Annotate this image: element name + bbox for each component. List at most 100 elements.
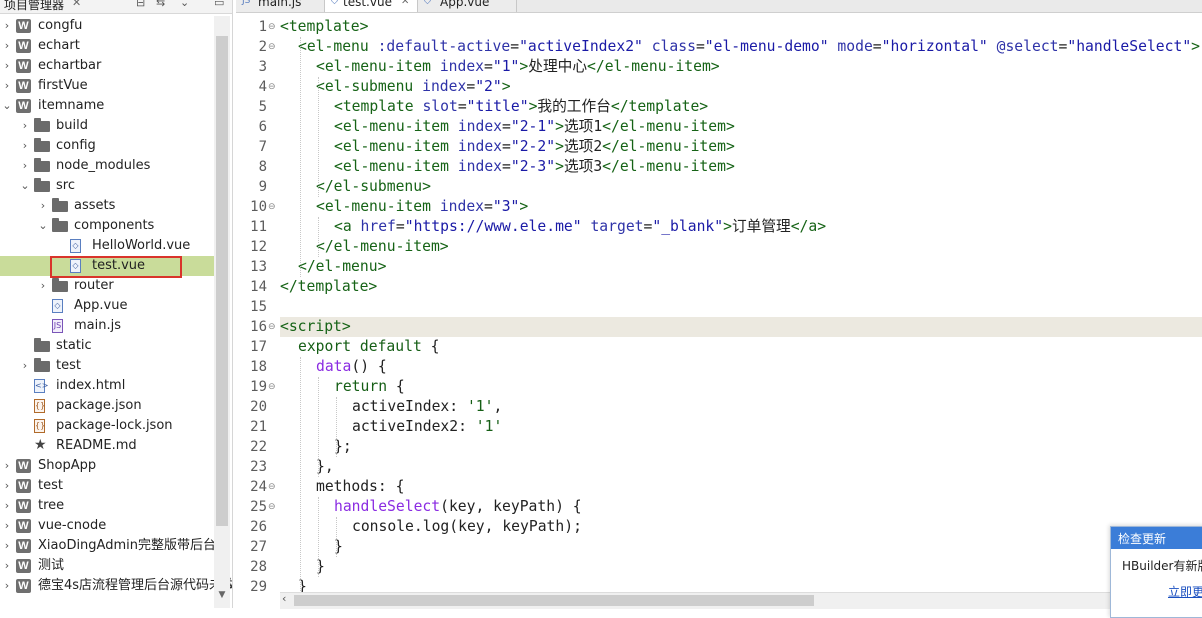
code-line[interactable]: </el-menu> [280, 257, 1202, 277]
code-line[interactable]: <a href="https://www.ele.me" target="_bl… [280, 217, 1202, 237]
code-line[interactable]: return { [280, 377, 1202, 397]
tree-item[interactable]: › W 测试 [0, 556, 214, 576]
sidebar-scrollbar-thumb[interactable] [216, 36, 228, 526]
tree-item[interactable]: ⌄ src [0, 176, 214, 196]
fold-toggle-icon[interactable]: ⊖ [268, 317, 278, 337]
chevron-right-icon[interactable]: › [2, 556, 12, 576]
code-line[interactable] [280, 297, 1202, 317]
chevron-right-icon[interactable]: › [20, 116, 30, 136]
link-editor-icon[interactable]: ⇆ [156, 0, 165, 9]
menu-chevron-icon[interactable]: ⌄ [180, 0, 189, 9]
code-line[interactable]: <el-menu-item index="2-1">选项1</el-menu-i… [280, 117, 1202, 137]
sidebar-scrollbar[interactable]: ▼ [214, 16, 230, 608]
code-line[interactable]: }; [280, 437, 1202, 457]
code-line[interactable]: } [280, 557, 1202, 577]
code-line[interactable]: <el-menu-item index="2-2">选项2</el-menu-i… [280, 137, 1202, 157]
code-line[interactable]: <template slot="title">我的工作台</template> [280, 97, 1202, 117]
tree-item[interactable]: › Wtree [0, 496, 214, 516]
chevron-right-icon[interactable]: › [2, 496, 12, 516]
code-line[interactable]: </el-menu-item> [280, 237, 1202, 257]
fold-toggle-icon[interactable]: ⊖ [268, 377, 278, 397]
chevron-right-icon[interactable]: › [2, 456, 12, 476]
fold-toggle-icon[interactable]: ⊖ [268, 77, 278, 97]
tree-item[interactable]: <> index.html [0, 376, 214, 396]
code-line[interactable]: } [280, 577, 1202, 592]
tree-item[interactable]: › WfirstVue [0, 76, 214, 96]
tree-item[interactable]: › Wcongfu [0, 16, 214, 36]
editor-horizontal-scrollbar[interactable]: ‹ [280, 592, 1202, 609]
code-line[interactable]: <el-menu-item index="3"> [280, 197, 1202, 217]
code-line[interactable]: } [280, 537, 1202, 557]
code-line[interactable]: console.log(key, keyPath); [280, 517, 1202, 537]
tree-item[interactable]: {} package.json [0, 396, 214, 416]
tree-item[interactable]: › config [0, 136, 214, 156]
tree-item[interactable]: › router [0, 276, 214, 296]
code-line[interactable]: <el-submenu index="2"> [280, 77, 1202, 97]
chevron-right-icon[interactable]: › [2, 76, 12, 96]
code-line[interactable]: }, [280, 457, 1202, 477]
tree-item[interactable]: › build [0, 116, 214, 136]
code-line[interactable]: methods: { [280, 477, 1202, 497]
tab-test-vue[interactable]: ◇ test.vue ✕ [325, 0, 418, 12]
code-line[interactable]: <el-menu-item index="1">处理中心</el-menu-it… [280, 57, 1202, 77]
fold-toggle-icon[interactable]: ⊖ [268, 37, 278, 57]
code-line[interactable]: <script> [280, 317, 1202, 337]
chevron-right-icon[interactable]: › [20, 356, 30, 376]
code-line[interactable]: <el-menu :default-active="activeIndex2" … [280, 37, 1202, 57]
code-line[interactable]: <template> [280, 17, 1202, 37]
chevron-down-icon[interactable]: ⌄ [2, 96, 12, 116]
chevron-right-icon[interactable]: › [2, 16, 12, 36]
chevron-right-icon[interactable]: › [2, 36, 12, 56]
tree-item[interactable]: ★ README.md [0, 436, 214, 456]
tree-item[interactable]: {} package-lock.json [0, 416, 214, 436]
scroll-left-icon[interactable]: ‹ [282, 592, 286, 605]
tree-item[interactable]: › W XiaoDingAdmin完整版带后台 [0, 536, 216, 556]
tree-item[interactable]: › Wechart [0, 36, 214, 56]
close-icon[interactable]: ✕ [72, 0, 81, 9]
fold-toggle-icon[interactable]: ⊖ [268, 477, 278, 497]
tree-item[interactable]: › Wtest [0, 476, 214, 496]
chevron-down-icon[interactable]: ⌄ [38, 216, 48, 236]
chevron-right-icon[interactable]: › [38, 196, 48, 216]
tab-app-vue[interactable]: ◇ App.vue [418, 0, 517, 12]
tree-item[interactable]: ◇ App.vue [0, 296, 214, 316]
tree-item[interactable]: static [0, 336, 214, 356]
fold-toggle-icon[interactable]: ⊖ [268, 497, 278, 517]
code-line[interactable]: data() { [280, 357, 1202, 377]
code-line[interactable]: handleSelect(key, keyPath) { [280, 497, 1202, 517]
fold-toggle-icon[interactable]: ⊖ [268, 17, 278, 37]
code-line[interactable]: <el-menu-item index="2-3">选项3</el-menu-i… [280, 157, 1202, 177]
update-now-link[interactable]: 立即更新 [1168, 583, 1202, 600]
chevron-right-icon[interactable]: › [2, 476, 12, 496]
tree-item[interactable]: ⌄ components [0, 216, 214, 236]
chevron-right-icon[interactable]: › [2, 56, 12, 76]
code-line[interactable]: activeIndex2: '1' [280, 417, 1202, 437]
tree-item[interactable]: ◇ HelloWorld.vue [0, 236, 214, 256]
chevron-down-icon[interactable]: ⌄ [20, 176, 30, 196]
tree-item[interactable]: JS main.js [0, 316, 214, 336]
code-line[interactable]: activeIndex: '1', [280, 397, 1202, 417]
horizontal-scrollbar-thumb[interactable] [294, 595, 814, 606]
code-line[interactable]: </el-submenu> [280, 177, 1202, 197]
tree-item[interactable]: ⌄ Witemname [0, 96, 214, 116]
tree-item[interactable]: › Wechartbar [0, 56, 214, 76]
tree-item[interactable]: › node_modules [0, 156, 214, 176]
close-tab-icon[interactable]: ✕ [401, 0, 409, 7]
tree-item[interactable]: › W ShopApp [0, 456, 214, 476]
minimize-icon[interactable]: ▭ [214, 0, 224, 9]
tree-item[interactable]: › test [0, 356, 214, 376]
code-line[interactable]: </template> [280, 277, 1202, 297]
chevron-right-icon[interactable]: › [20, 156, 30, 176]
scroll-down-icon[interactable]: ▼ [214, 590, 230, 600]
chevron-right-icon[interactable]: › [2, 576, 12, 596]
chevron-right-icon[interactable]: › [38, 276, 48, 296]
tree-item[interactable]: › Wvue-cnode [0, 516, 214, 536]
tree-item[interactable]: › W 德宝4s店流程管理后台源代码未改 [0, 576, 232, 596]
tree-item[interactable]: › assets [0, 196, 214, 216]
chevron-right-icon[interactable]: › [2, 516, 12, 536]
tab-main-js[interactable]: JS main.js [236, 0, 325, 12]
collapse-all-icon[interactable]: ⊟ [136, 0, 145, 9]
chevron-right-icon[interactable]: › [2, 536, 12, 556]
code-editor[interactable]: <template> <el-menu :default-active="acti… [280, 17, 1202, 592]
fold-toggle-icon[interactable]: ⊖ [268, 197, 278, 217]
